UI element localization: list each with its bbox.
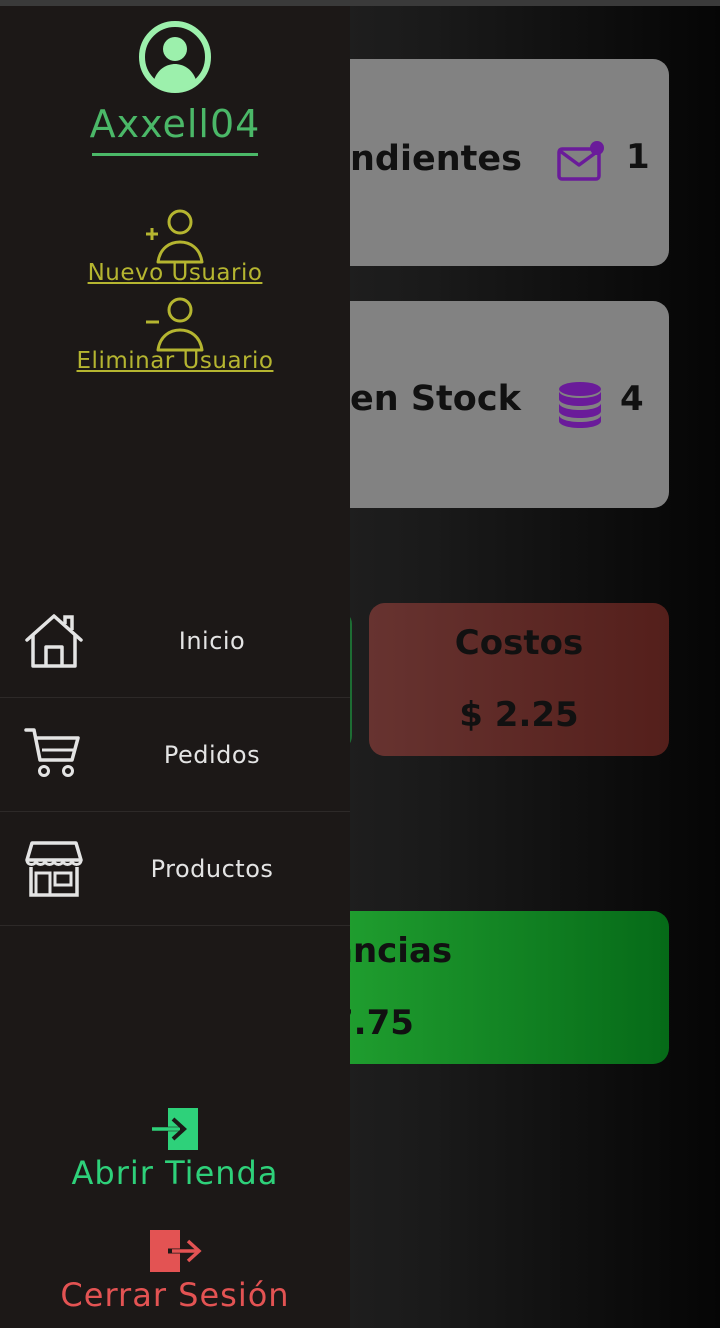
new-user-label: Nuevo Usuario: [87, 260, 263, 286]
username-underline: [92, 153, 258, 156]
nav-item-pedidos[interactable]: Pedidos: [0, 698, 350, 812]
logout-icon: [150, 1230, 202, 1272]
stock-title: en Stock: [350, 379, 521, 419]
nav-label-inicio: Inicio: [178, 627, 246, 655]
pending-orders-count: 1: [626, 137, 650, 177]
open-store-button[interactable]: Abrir Tienda: [0, 1106, 350, 1192]
user-add-icon: [146, 209, 204, 264]
costs-card[interactable]: Costos $ 2.25: [369, 603, 669, 756]
profits-card[interactable]: ancias 7.75: [300, 911, 669, 1064]
new-user-button[interactable]: Nuevo Usuario: [0, 208, 350, 286]
stock-count: 4: [620, 379, 644, 419]
nav-label-pedidos: Pedidos: [163, 741, 261, 769]
logout-button[interactable]: Cerrar Sesión: [0, 1228, 350, 1314]
pending-orders-card[interactable]: ndientes 1: [300, 59, 669, 266]
navigation-drawer: Axxell04 Nuevo Usuario Eliminar Usuario …: [0, 6, 350, 1328]
nav-item-productos[interactable]: Productos: [0, 812, 350, 926]
user-remove-icon: [146, 297, 204, 352]
mail-notification-icon: [557, 141, 604, 181]
stock-card[interactable]: en Stock 4: [300, 301, 669, 508]
costs-value: $ 2.25: [459, 695, 579, 735]
delete-user-label: Eliminar Usuario: [76, 348, 274, 374]
nav-label-productos: Productos: [150, 855, 274, 883]
profile-username: Axxell04: [89, 102, 261, 146]
database-icon: [559, 382, 601, 428]
delete-user-button[interactable]: Eliminar Usuario: [0, 296, 350, 374]
costs-title: Costos: [454, 623, 584, 663]
login-icon: [152, 1108, 198, 1150]
user-circle-icon: [139, 21, 211, 93]
pending-orders-title: ndientes: [350, 139, 522, 179]
open-store-label: Abrir Tienda: [71, 1154, 279, 1192]
nav-item-inicio[interactable]: Inicio: [0, 584, 350, 698]
logout-label: Cerrar Sesión: [60, 1276, 290, 1314]
